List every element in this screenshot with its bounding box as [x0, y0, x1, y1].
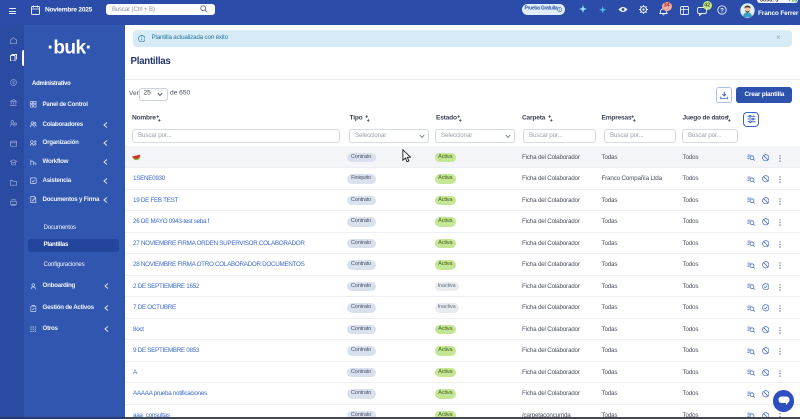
svg-text:?: ? — [720, 7, 724, 14]
svg-text:$: $ — [12, 80, 15, 85]
